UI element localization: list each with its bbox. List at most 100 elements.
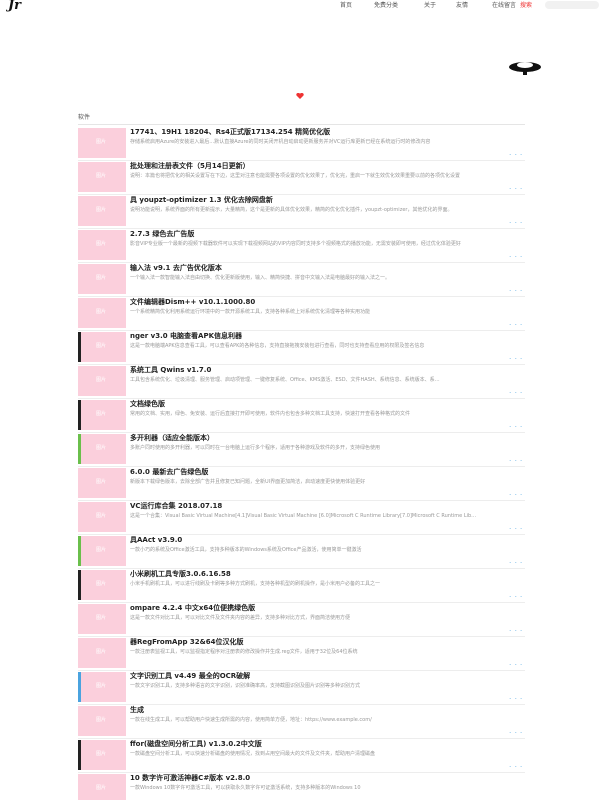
post-item[interactable]: 图片 系统工具 Qwins v1.7.0 工具包含系统优化、垃圾清理、服务管理、启动… (78, 365, 525, 399)
post-item[interactable]: 图片 文件编辑器Dism++ v10.1.1000.80 一个系统精简优化利用系统运… (78, 297, 525, 331)
post-thumbnail[interactable]: 图片 (78, 230, 126, 260)
read-more-link[interactable]: - - - (509, 696, 523, 702)
post-item[interactable]: 图片 文档绿色版 常用的文档、实用，绿色、免安装、运行后直接打开即可使用，软件内也包… (78, 399, 525, 433)
post-item[interactable]: 图片 生成一款在线生成工具，可以帮助用户快速生成所需的内容，使用简单方便，地址：h… (78, 705, 525, 739)
post-item[interactable]: 图片 器RegFromApp 32&64位汉化版 一款注册表监视工具，可以监视指定程… (78, 637, 525, 671)
post-thumbnail[interactable]: 图片 (78, 434, 126, 464)
post-item[interactable]: 图片 nger v3.0 电脑查看APK信息利器 这是一款电脑端APK信息查看工具，… (78, 331, 525, 365)
read-more-link[interactable]: - - - (509, 764, 523, 770)
read-more-link[interactable]: - - - (509, 356, 523, 362)
read-more-link[interactable]: - - - (509, 220, 523, 226)
post-item[interactable]: 图片 具 youpzt-optimizer 1.3 优化去除网盘新 说明功能说明，系… (78, 195, 525, 229)
post-thumbnail[interactable]: 图片 (78, 264, 126, 294)
post-title-link[interactable]: 文档绿色版 (130, 399, 523, 409)
post-item[interactable]: 图片 具AAct v3.9.0 一款小巧的系统及Office激活工具，支持多种版本的… (78, 535, 525, 569)
read-more-link[interactable]: - - - (509, 594, 523, 600)
thumbnail-label: 图片 (96, 683, 107, 689)
post-title-link[interactable]: 生成 (130, 705, 523, 715)
read-more-link[interactable]: - - - (509, 152, 523, 158)
post-item[interactable]: 图片 批处理和注册表文件（5月14日更新） 说明：本篇也将把优化的相关设置写在下边，… (78, 161, 525, 195)
read-more-link[interactable]: - - - (509, 424, 523, 430)
post-item[interactable]: 图片 VC运行库合集 2018.07.18 这是一个合集：Visual Basic … (78, 501, 525, 535)
post-title-link[interactable]: 2.7.3 绿色去广告版 (130, 229, 523, 239)
post-item[interactable]: 图片 ompare 4.2.4 中文x64位便携绿色版 这是一款文件对比工具，可以对… (78, 603, 525, 637)
nav-item[interactable]: 免费分类 (374, 2, 398, 10)
read-more-link[interactable]: - - - (509, 730, 523, 736)
post-thumbnail[interactable]: 图片 (78, 298, 126, 328)
post-thumbnail[interactable]: 图片 (78, 774, 126, 800)
post-excerpt: 新版本下载绿色版本，去除全部广告并且修复已知问题，全新UI界面更加简洁，启动速度… (130, 479, 366, 485)
post-title-link[interactable]: 器RegFromApp 32&64位汉化版 (130, 637, 523, 647)
post-title-link[interactable]: 具AAct v3.9.0 (130, 535, 523, 545)
post-excerpt: 这是一个合集：Visual Basic Virtual Machine[4.1]… (130, 513, 477, 519)
heart-icon (296, 93, 304, 99)
post-thumbnail[interactable]: 图片 (78, 128, 126, 158)
post-item[interactable]: 图片 输入法 v9.1 去广告优化版本 一个输入法一款智能输入法自由切换、优化更新版… (78, 263, 525, 297)
post-title-link[interactable]: 批处理和注册表文件（5月14日更新） (130, 161, 523, 171)
nav-item[interactable]: 在线留言 (492, 2, 516, 10)
thumbnail-accent (78, 536, 81, 566)
search-input[interactable] (545, 1, 599, 9)
read-more-link[interactable]: - - - (509, 390, 523, 396)
thumbnail-label: 图片 (96, 207, 107, 213)
nav-item[interactable]: 搜索 (520, 2, 532, 10)
post-title-link[interactable]: 10 数字许可激活神器C#版本 v2.8.0 (130, 773, 523, 783)
post-item[interactable]: 图片 ffor(磁盘空间分析工具) v1.3.0.2中文版 一款磁盘空间分析工具，可… (78, 739, 525, 773)
thumbnail-label: 图片 (96, 343, 107, 349)
post-item[interactable]: 图片 17741、19H1 18204、Rs4正式版17134.254 精简优化版… (78, 127, 525, 161)
nav-item[interactable]: 关于 (424, 2, 436, 10)
post-item[interactable]: 图片 6.0.0 最新去广告绿色版新版本下载绿色版本，去除全部广告并且修复已知问题… (78, 467, 525, 501)
nav-item[interactable]: 首页 (340, 2, 352, 10)
post-thumbnail[interactable]: 图片 (78, 196, 126, 226)
post-title-link[interactable]: 17741、19H1 18204、Rs4正式版17134.254 精简优化版 (130, 127, 523, 137)
post-title-link[interactable]: 系统工具 Qwins v1.7.0 (130, 365, 523, 375)
post-thumbnail[interactable]: 图片 (78, 536, 126, 566)
thumbnail-label: 图片 (96, 615, 107, 621)
post-title-link[interactable]: 文字识别工具 v4.49 最全的OCR破解 (130, 671, 523, 681)
read-more-link[interactable]: - - - (509, 628, 523, 634)
post-item[interactable]: 图片 文字识别工具 v4.49 最全的OCR破解 一款文字识别工具，支持多种语言的文… (78, 671, 525, 705)
post-title-link[interactable]: VC运行库合集 2018.07.18 (130, 501, 523, 511)
post-title-link[interactable]: 文件编辑器Dism++ v10.1.1000.80 (130, 297, 523, 307)
post-thumbnail[interactable]: 图片 (78, 502, 126, 532)
read-more-link[interactable]: - - - (509, 560, 523, 566)
post-thumbnail[interactable]: 图片 (78, 400, 126, 430)
thumbnail-label: 图片 (96, 479, 107, 485)
post-thumbnail[interactable]: 图片 (78, 604, 126, 634)
post-thumbnail[interactable]: 图片 (78, 332, 126, 362)
read-more-link[interactable]: - - - (509, 186, 523, 192)
post-thumbnail[interactable]: 图片 (78, 366, 126, 396)
post-thumbnail[interactable]: 图片 (78, 740, 126, 770)
post-item[interactable]: 图片 多开利器（适应全能版本） 多账户同时使用的多开利器，可以同时在一台电脑上运行多… (78, 433, 525, 467)
post-title-link[interactable]: ompare 4.2.4 中文x64位便携绿色版 (130, 603, 523, 613)
post-title-link[interactable]: ffor(磁盘空间分析工具) v1.3.0.2中文版 (130, 739, 523, 749)
read-more-link[interactable]: - - - (509, 492, 523, 498)
thumbnail-label: 图片 (96, 649, 107, 655)
thumbnail-label: 图片 (96, 241, 107, 247)
read-more-link[interactable]: - - - (509, 662, 523, 668)
read-more-link[interactable]: - - - (509, 322, 523, 328)
post-title-link[interactable]: 小米刷机工具专版3.0.6.16.58 (130, 569, 523, 579)
post-title-link[interactable]: 具 youpzt-optimizer 1.3 优化去除网盘新 (130, 195, 523, 205)
post-item[interactable]: 图片 10 数字许可激活神器C#版本 v2.8.0 一款Windows 10数字许可… (78, 773, 525, 800)
post-thumbnail[interactable]: 图片 (78, 162, 126, 192)
read-more-link[interactable]: - - - (509, 288, 523, 294)
post-item[interactable]: 图片 2.7.3 绿色去广告版 影音VIP专业版一个最新的视频下载器软件可以实现下载… (78, 229, 525, 263)
post-item[interactable]: 图片 小米刷机工具专版3.0.6.16.58 小米手机刷机工具，可以进行线刷及卡刷等… (78, 569, 525, 603)
post-thumbnail[interactable]: 图片 (78, 468, 126, 498)
read-more-link[interactable]: - - - (509, 254, 523, 260)
post-title-link[interactable]: 多开利器（适应全能版本） (130, 433, 523, 443)
read-more-link[interactable]: - - - (509, 458, 523, 464)
read-more-link[interactable]: - - - (509, 526, 523, 532)
post-title-link[interactable]: nger v3.0 电脑查看APK信息利器 (130, 331, 523, 341)
thumbnail-label: 图片 (96, 513, 107, 519)
post-thumbnail[interactable]: 图片 (78, 706, 126, 736)
nav-item[interactable]: 友情 (456, 2, 468, 10)
post-thumbnail[interactable]: 图片 (78, 570, 126, 600)
post-excerpt: 一款在线生成工具，可以帮助用户快速生成所需的内容，使用简单方便，地址：https… (130, 717, 372, 723)
post-title-link[interactable]: 输入法 v9.1 去广告优化版本 (130, 263, 523, 273)
post-thumbnail[interactable]: 图片 (78, 672, 126, 702)
section-title: 软件 (78, 114, 91, 121)
post-title-link[interactable]: 6.0.0 最新去广告绿色版 (130, 467, 523, 477)
post-thumbnail[interactable]: 图片 (78, 638, 126, 668)
